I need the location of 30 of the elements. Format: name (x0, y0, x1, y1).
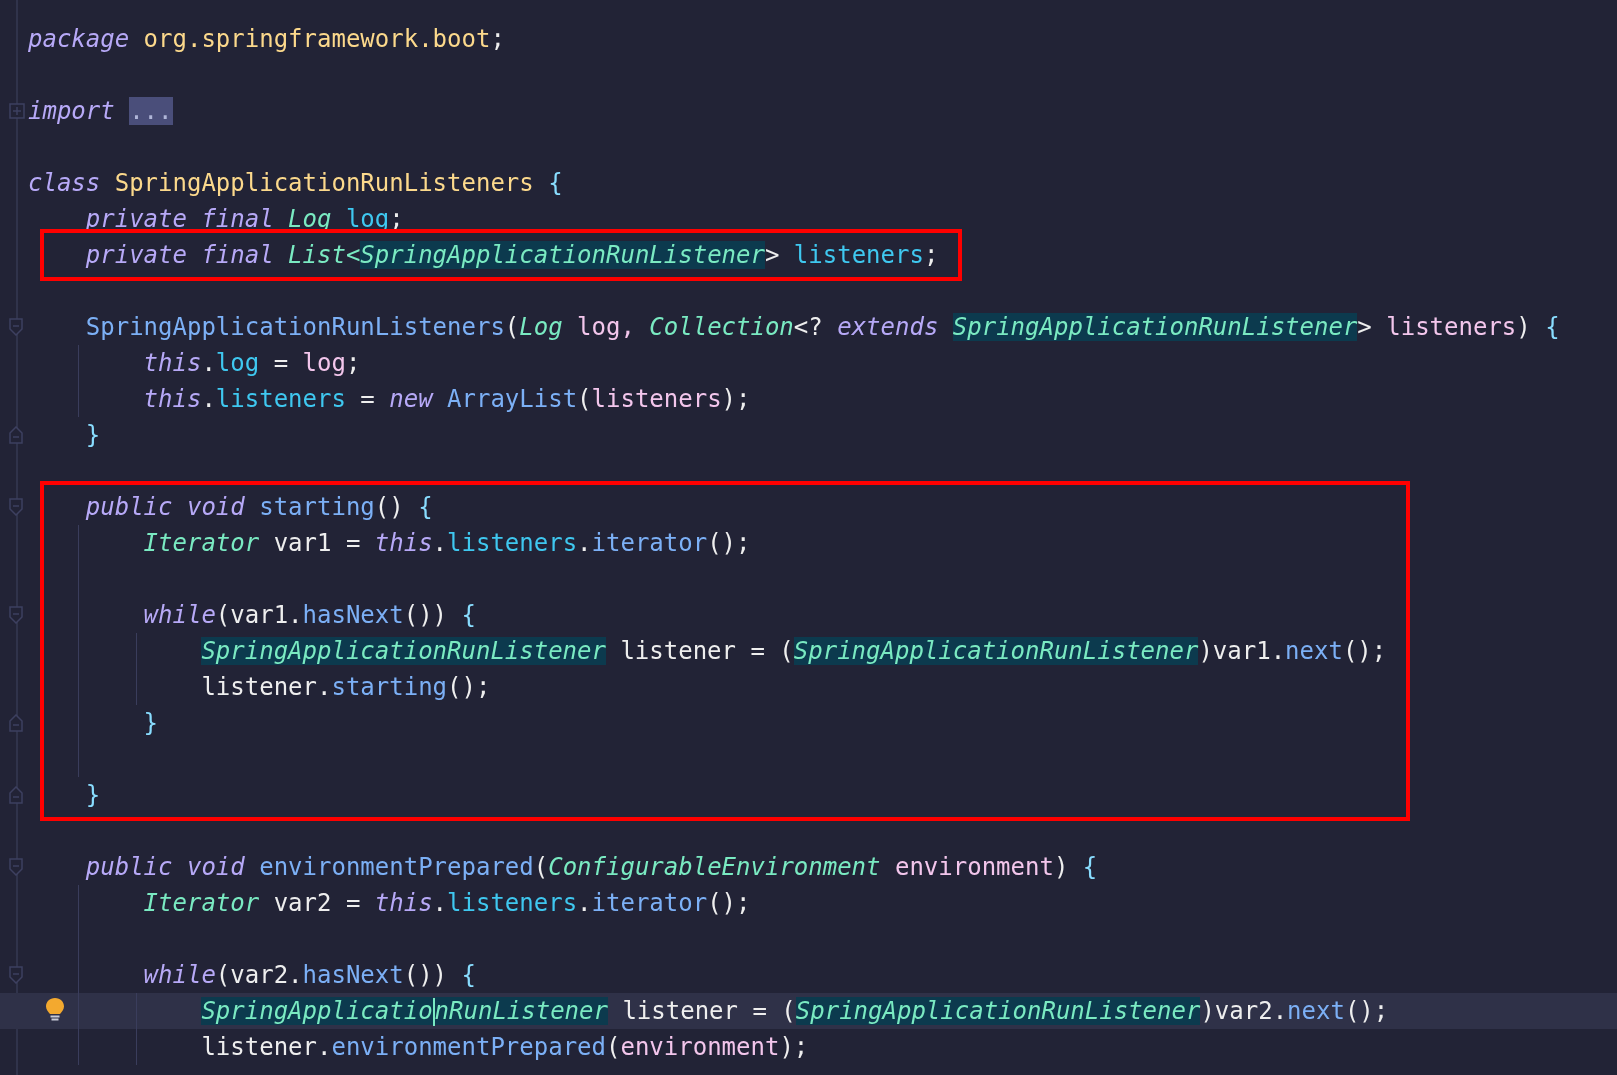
fold-icon[interactable] (9, 966, 23, 984)
code-line: } (143, 708, 159, 739)
code-line: private final List<SpringApplicationRunListener> listeners; (85, 240, 939, 271)
code-line: listener.environmentPrepared(environment); (201, 1032, 809, 1063)
code-line: } (85, 420, 101, 451)
fold-end-icon[interactable] (9, 714, 23, 732)
code-line: SpringApplicationRunListener listener = (SpringApplicationRunListener)var2.next(); (201, 996, 1389, 1028)
fold-end-icon[interactable] (9, 786, 23, 804)
fold-end-icon[interactable] (9, 426, 23, 444)
lightbulb-icon[interactable] (45, 997, 65, 1023)
code-line: import ... (28, 96, 173, 127)
code-line: Iterator var2 = this.listeners.iterator(); (143, 888, 751, 919)
code-line: } (85, 780, 101, 811)
expand-icon[interactable] (9, 103, 25, 119)
code-line: class SpringApplicationRunListeners { (28, 168, 563, 199)
code-line: while(var2.hasNext()) { (143, 960, 476, 991)
code-line: public void starting() { (85, 492, 433, 523)
fold-icon[interactable] (9, 498, 23, 516)
code-line: this.listeners = new ArrayList(listeners); (143, 384, 751, 415)
code-line: SpringApplicationRunListener listener = (SpringApplicationRunListener)var1.next(); (201, 636, 1387, 667)
fold-icon[interactable] (9, 858, 23, 876)
code-line: SpringApplicationRunListeners(Log log, Collection<? extends SpringApplicationRunListener> listeners) { (85, 312, 1560, 343)
code-line: this.log = log; (143, 348, 361, 379)
code-line: package org.springframework.boot; (28, 24, 505, 55)
code-line: listener.starting(); (201, 672, 491, 703)
code-line: public void environmentPrepared(ConfigurableEnvironment environment) { (85, 852, 1098, 883)
fold-icon[interactable] (9, 606, 23, 624)
code-line: Iterator var1 = this.listeners.iterator(); (143, 528, 751, 559)
fold-icon[interactable] (9, 318, 23, 336)
code-line: while(var1.hasNext()) { (143, 600, 476, 631)
